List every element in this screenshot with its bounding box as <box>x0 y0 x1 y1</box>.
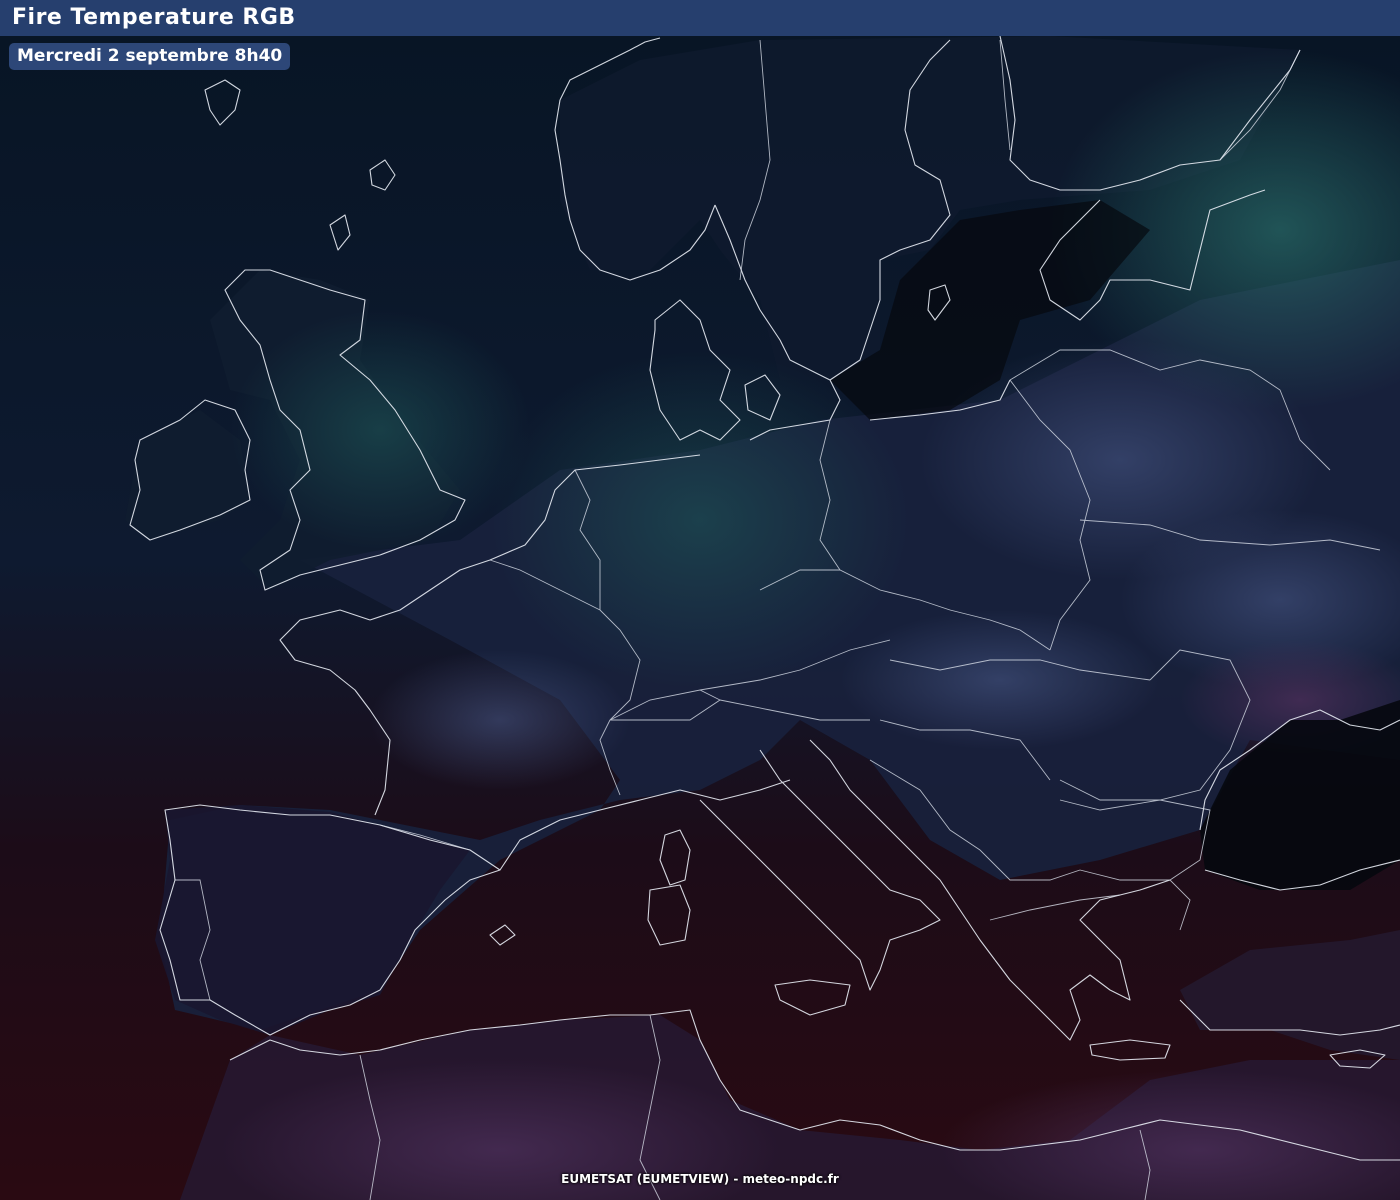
title-bar: Fire Temperature RGB <box>0 0 1400 36</box>
satellite-map[interactable] <box>0 36 1400 1200</box>
date-badge: Mercredi 2 septembre 8h40 <box>9 43 291 70</box>
cloud-band-france <box>370 650 630 790</box>
image-credit: EUMETSAT (EUMETVIEW) - meteo-npdc.fr <box>561 1172 839 1186</box>
map-canvas <box>0 36 1400 1200</box>
cloud-band-hungary <box>840 610 1160 750</box>
page-title: Fire Temperature RGB <box>12 5 296 30</box>
cloud-band-central-europe <box>490 350 910 690</box>
cloud-band-uk <box>230 310 530 550</box>
